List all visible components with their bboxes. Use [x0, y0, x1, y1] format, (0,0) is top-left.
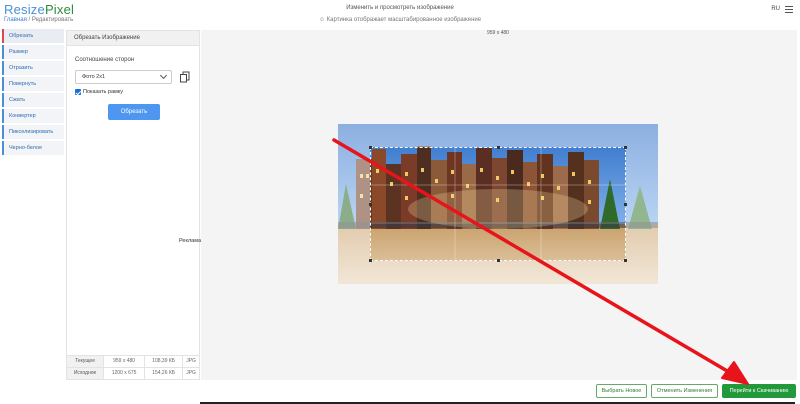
- tool-grayscale[interactable]: Черно-белое: [2, 141, 64, 155]
- crop-handle-top-right[interactable]: [624, 146, 627, 149]
- crop-handle-left[interactable]: [369, 203, 372, 206]
- logo[interactable]: ResizePixel: [4, 3, 74, 17]
- tool-pixelate[interactable]: Пикселизировать: [2, 125, 64, 139]
- breadcrumb: Главная / Редактировать: [4, 17, 73, 23]
- crop-button[interactable]: Обрезать: [108, 104, 160, 120]
- choose-new-button[interactable]: Выбрать Новое: [596, 384, 647, 398]
- panel-title: Обрезать Изображение: [67, 31, 199, 46]
- tool-crop[interactable]: Обрезать: [2, 29, 64, 43]
- tool-rotate[interactable]: Повернуть: [2, 77, 64, 91]
- original-label: Исходное: [67, 366, 105, 379]
- crop-handle-right[interactable]: [624, 203, 627, 206]
- chevron-down-icon: [159, 71, 168, 80]
- original-format: JPG: [182, 366, 199, 379]
- current-size: 108,39 КБ: [144, 354, 184, 367]
- crop-panel: Обрезать Изображение Соотношение сторон …: [66, 30, 202, 380]
- breadcrumb-current: Редактировать: [31, 17, 74, 23]
- aspect-ratio-value: Фото 2x1: [82, 74, 106, 80]
- logo-part-1: Resize: [4, 2, 45, 17]
- tool-flip[interactable]: Отразить: [2, 61, 64, 75]
- crop-frame[interactable]: [369, 146, 627, 262]
- undo-changes-button[interactable]: Отменить Изменения: [651, 384, 718, 398]
- tool-compress[interactable]: Сжать: [2, 93, 64, 107]
- download-button[interactable]: Перейти к Скачиванию: [722, 384, 796, 398]
- current-format: JPG: [182, 354, 199, 367]
- crop-handle-bottom[interactable]: [497, 259, 500, 262]
- current-dims: 959 x 480: [103, 354, 146, 367]
- ad-label: Реклама: [179, 238, 202, 244]
- hamburger-menu-icon[interactable]: [785, 6, 793, 13]
- table-row: Текущее 959 x 480 108,39 КБ JPG: [67, 354, 199, 367]
- image-dimensions-label: 959 x 480: [487, 30, 509, 36]
- show-frame-checkbox[interactable]: [75, 89, 81, 95]
- breadcrumb-home-link[interactable]: Главная: [4, 17, 27, 23]
- bottom-action-bar: Выбрать Новое Отменить Изменения Перейти…: [0, 380, 800, 404]
- language-selector[interactable]: RU: [771, 6, 780, 12]
- logo-part-2: Pixel: [44, 2, 75, 17]
- aspect-ratio-label: Соотношение сторон: [75, 57, 135, 63]
- show-frame-checkbox-row[interactable]: Показать рамку: [75, 89, 123, 95]
- aspect-ratio-select[interactable]: Фото 2x1: [75, 70, 172, 84]
- image-info-table: Текущее 959 x 480 108,39 КБ JPG Исходное…: [67, 354, 199, 379]
- crop-handle-bottom-left[interactable]: [369, 259, 372, 262]
- tool-resize[interactable]: Размер: [2, 45, 64, 59]
- top-header: ResizePixel Главная / Редактировать Изме…: [0, 0, 800, 28]
- table-row: Исходное 1200 x 675 154,26 КБ JPG: [67, 366, 199, 379]
- editor-page: ResizePixel Главная / Редактировать Изме…: [0, 0, 800, 404]
- tool-convert[interactable]: Конвертер: [2, 109, 64, 123]
- original-size: 154,26 КБ: [144, 366, 184, 379]
- tool-sidebar: Обрезать Размер Отразить Повернуть Сжать…: [2, 29, 64, 157]
- swap-orientation-icon[interactable]: [179, 71, 191, 83]
- crop-handle-top[interactable]: [497, 146, 500, 149]
- page-title: Изменить и просмотреть изображение: [346, 5, 454, 11]
- show-frame-label: Показать рамку: [83, 89, 124, 95]
- current-label: Текущее: [67, 354, 105, 367]
- original-dims: 1200 x 675: [103, 366, 146, 379]
- crop-handle-top-left[interactable]: [369, 146, 372, 149]
- page-subtitle: ☺ Картинка отображает масштабированное и…: [318, 17, 482, 23]
- header-center: Изменить и просмотреть изображение ☺ Кар…: [240, 5, 560, 23]
- image-canvas: 959 x 480: [201, 30, 797, 380]
- crop-handle-bottom-right[interactable]: [624, 259, 627, 262]
